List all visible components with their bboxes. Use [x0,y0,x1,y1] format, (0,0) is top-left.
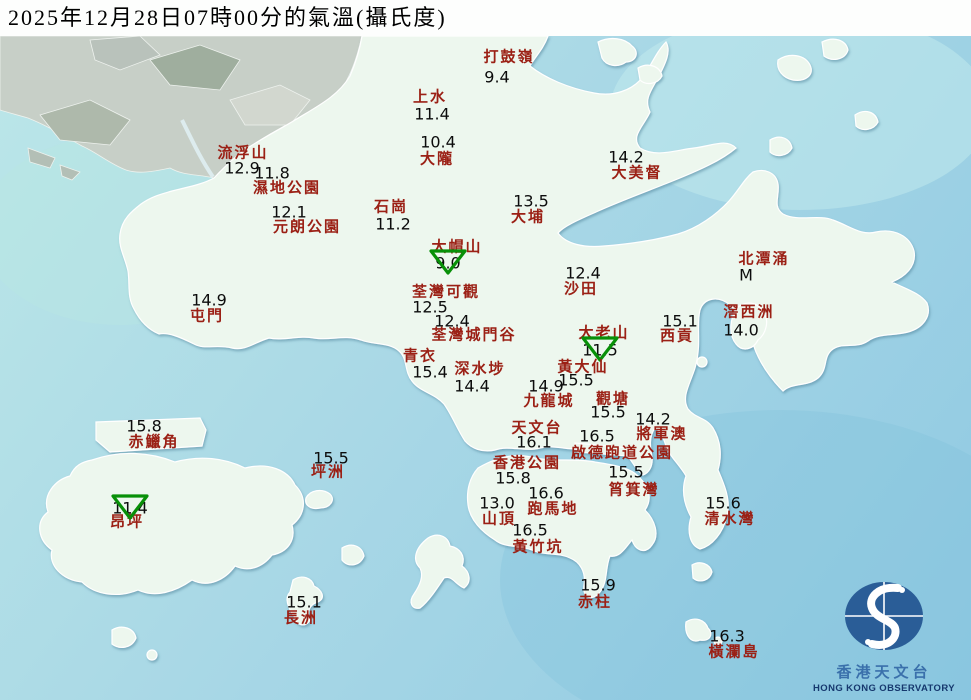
station-value: 13.0 [479,494,515,513]
station-value: 12.1 [271,203,307,222]
station-value: 16.5 [512,521,548,540]
weather-map-screen: 打鼓嶺9.4上水11.4大隴10.4流浮山12.9濕地公園11.8大美督14.2… [0,0,971,700]
station-value: 14.9 [191,291,227,310]
station-value: 16.5 [579,427,615,446]
station-value: 10.4 [420,133,456,152]
station-value: 9.0 [435,254,460,273]
station-value: 15.5 [590,403,626,422]
station-name-label: 滘西洲 [723,301,774,322]
station-name-label: 筲箕灣 [608,479,659,500]
station-value: 15.8 [126,417,162,436]
station-value: 14.2 [608,148,644,167]
station-value: 14.0 [723,321,759,340]
hko-logo-chinese: 香港天文台 [809,661,959,682]
station-value: 11.8 [254,164,290,183]
station-value: 15.5 [313,449,349,468]
station-value: 14.2 [635,410,671,429]
station-value: 9.4 [484,68,509,87]
station-value: 15.4 [412,363,448,382]
hko-logo: 香港天文台 HONG KONG OBSERVATORY [809,578,959,694]
station-value: 11.4 [112,499,148,518]
station-name-label: 大老山 [578,322,629,343]
station-value: M [739,266,753,285]
station-value: 11.4 [414,105,450,124]
station-value: 14.9 [528,377,564,396]
hko-logo-icon [836,578,932,656]
station-value: 15.8 [495,469,531,488]
station-name-label: 打鼓嶺 [483,46,534,67]
station-value: 12.4 [565,264,601,283]
station-value: 16.1 [516,433,552,452]
station-value: 16.3 [709,627,745,646]
station-value: 13.5 [513,192,549,211]
station-value: 15.1 [662,312,698,331]
station-value: 15.6 [705,494,741,513]
station-value: 16.6 [528,484,564,503]
map-title: 2025年12月28日07時00分的氣溫(攝氏度) [0,0,971,36]
hko-logo-english: HONG KONG OBSERVATORY [809,683,959,694]
station-value: 11.2 [375,215,411,234]
station-value: 15.1 [286,593,322,612]
station-value: 15.9 [580,576,616,595]
station-value: 12.4 [434,312,470,331]
station-name-label: 石崗 [374,196,408,217]
station-value: 14.4 [454,377,490,396]
station-value: 15.5 [608,463,644,482]
station-name-label: 深水埗 [454,358,505,379]
station-name-label: 上水 [413,86,447,107]
